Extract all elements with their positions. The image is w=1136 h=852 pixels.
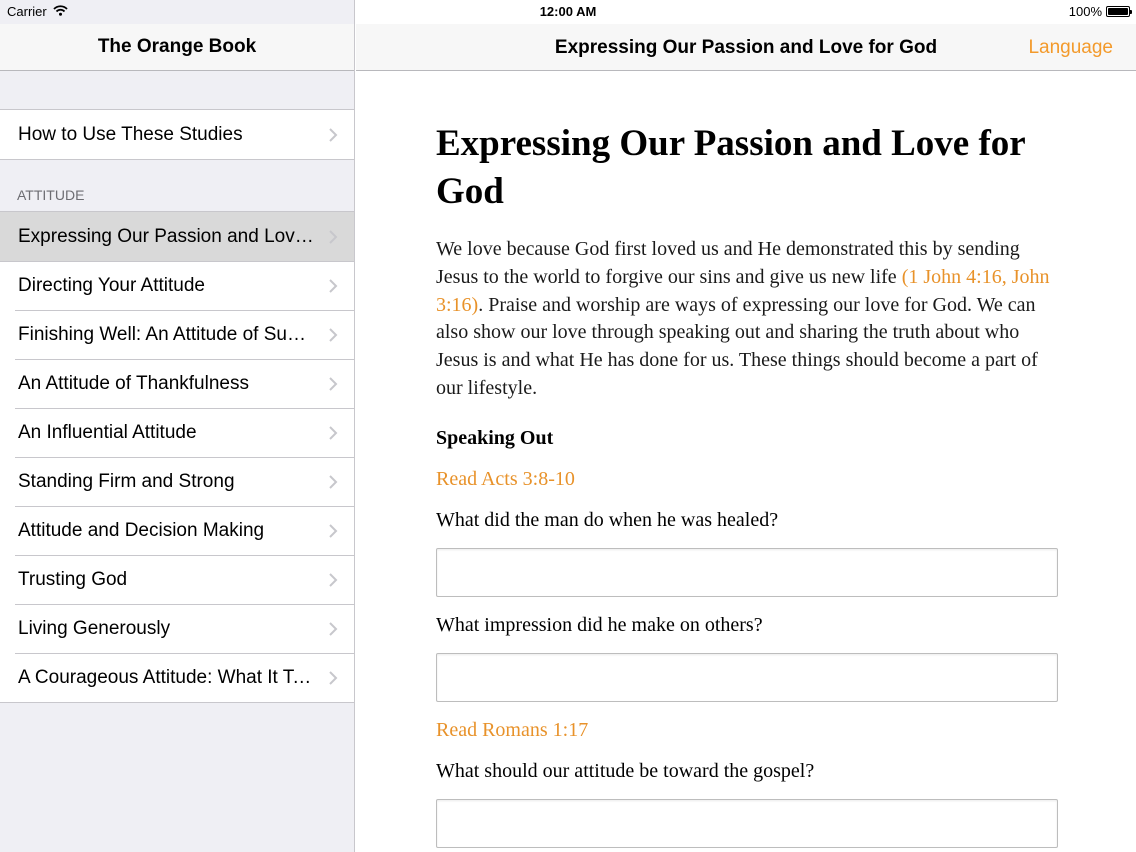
sidebar-item-courageous-attitude[interactable]: A Courageous Attitude: What It Takes bbox=[0, 653, 354, 702]
sidebar-item-thankfulness[interactable]: An Attitude of Thankfulness bbox=[0, 359, 354, 408]
study-content: Expressing Our Passion and Love for God … bbox=[436, 120, 1058, 848]
sidebar-item-label: An Influential Attitude bbox=[18, 421, 197, 443]
sidebar: The Orange Book How to Use These Studies… bbox=[0, 0, 355, 852]
sidebar-group-intro: How to Use These Studies bbox=[0, 109, 354, 160]
intro-text-continued: . Praise and worship are ways of express… bbox=[436, 293, 1038, 399]
sidebar-item-label: Expressing Our Passion and Love for God bbox=[18, 225, 314, 247]
chevron-right-icon bbox=[328, 425, 338, 441]
question-2: What impression did he make on others? bbox=[436, 613, 763, 636]
sidebar-item-influential-attitude[interactable]: An Influential Attitude bbox=[0, 408, 354, 457]
chevron-right-icon bbox=[328, 523, 338, 539]
status-time: 12:00 AM bbox=[539, 4, 597, 19]
detail-navbar: Expressing Our Passion and Love for God … bbox=[356, 24, 1136, 71]
chevron-right-icon bbox=[328, 278, 338, 294]
sidebar-item-label: An Attitude of Thankfulness bbox=[18, 372, 249, 394]
battery-percent: 100% bbox=[1068, 4, 1102, 19]
question-1: What did the man do when he was healed? bbox=[436, 508, 779, 531]
section-title: Speaking Out bbox=[436, 426, 554, 449]
sidebar-navbar: The Orange Book bbox=[0, 24, 354, 71]
chevron-right-icon bbox=[328, 229, 338, 245]
answer-field-1[interactable] bbox=[436, 547, 1058, 597]
chevron-right-icon bbox=[328, 572, 338, 588]
reading-link-acts[interactable]: Read Acts 3:8-10 bbox=[436, 466, 1058, 492]
detail-nav-title: Expressing Our Passion and Love for God bbox=[554, 37, 938, 58]
chevron-right-icon bbox=[328, 670, 338, 686]
sidebar-item-label: Living Generously bbox=[18, 617, 171, 639]
sidebar-item-label: Standing Firm and Strong bbox=[18, 470, 235, 492]
sidebar-item-expressing-our-passion[interactable]: Expressing Our Passion and Love for God bbox=[0, 212, 354, 261]
study-heading: Expressing Our Passion and Love for God bbox=[436, 123, 1026, 212]
question-3: What should our attitude be toward the g… bbox=[436, 759, 815, 782]
chevron-right-icon bbox=[328, 327, 338, 343]
sidebar-item-decision-making[interactable]: Attitude and Decision Making bbox=[0, 506, 354, 555]
battery-indicator: 100% bbox=[1068, 4, 1132, 19]
sidebar-item-standing-firm[interactable]: Standing Firm and Strong bbox=[0, 457, 354, 506]
sidebar-item-trusting-god[interactable]: Trusting God bbox=[0, 555, 354, 604]
sidebar-item-living-generously[interactable]: Living Generously bbox=[0, 604, 354, 653]
status-bar: Carrier 12:00 AM 100% bbox=[0, 0, 1136, 24]
sidebar-group-attitude: Expressing Our Passion and Love for God … bbox=[0, 211, 354, 703]
sidebar-title: The Orange Book bbox=[97, 36, 257, 57]
reading-link-romans[interactable]: Read Romans 1:17 bbox=[436, 717, 1058, 743]
section-header-attitude: ATTITUDE bbox=[17, 187, 85, 203]
answer-field-3[interactable] bbox=[436, 798, 1058, 848]
sidebar-item-how-to-use[interactable]: How to Use These Studies bbox=[0, 110, 354, 159]
chevron-right-icon bbox=[328, 376, 338, 392]
sidebar-item-label: Trusting God bbox=[18, 568, 128, 590]
sidebar-item-label: How to Use These Studies bbox=[18, 123, 243, 145]
sidebar-item-label: Attitude and Decision Making bbox=[18, 519, 265, 541]
chevron-right-icon bbox=[328, 127, 338, 143]
study-intro: We love because God first loved us and H… bbox=[436, 236, 1058, 403]
sidebar-item-label: A Courageous Attitude: What It Takes bbox=[18, 666, 314, 688]
sidebar-item-directing-your-attitude[interactable]: Directing Your Attitude bbox=[0, 261, 354, 310]
battery-icon bbox=[1106, 6, 1132, 17]
chevron-right-icon bbox=[328, 474, 338, 490]
answer-field-2[interactable] bbox=[436, 652, 1058, 702]
sidebar-item-label: Directing Your Attitude bbox=[18, 274, 205, 296]
sidebar-item-label: Finishing Well: An Attitude of Success bbox=[18, 323, 314, 345]
chevron-right-icon bbox=[328, 621, 338, 637]
sidebar-item-finishing-well[interactable]: Finishing Well: An Attitude of Success bbox=[0, 310, 354, 359]
language-button[interactable]: Language bbox=[1028, 37, 1113, 59]
